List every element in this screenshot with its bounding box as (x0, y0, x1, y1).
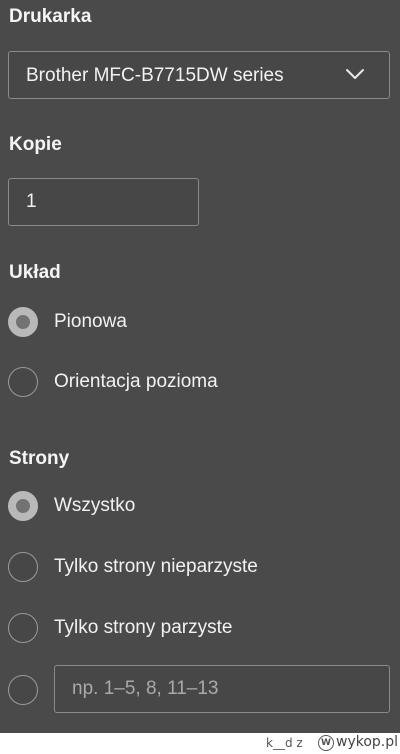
watermark-site: wykop.pl (336, 734, 399, 750)
radio-label-all-pages: Wszystko (54, 495, 136, 516)
watermark-user: k__d z (266, 736, 303, 750)
radio-button-checked (8, 307, 38, 337)
printer-heading: Drukarka (9, 6, 92, 27)
radio-button (8, 367, 38, 397)
printer-select[interactable]: Brother MFC-B7715DW series (8, 51, 390, 99)
radio-label-even-pages: Tylko strony parzyste (54, 617, 233, 638)
layout-heading: Układ (9, 262, 61, 283)
copies-input[interactable] (8, 178, 199, 226)
print-settings-panel: Drukarka Brother MFC-B7715DW series Kopi… (0, 0, 400, 733)
radio-button-checked (8, 491, 38, 521)
printer-select-value: Brother MFC-B7715DW series (26, 65, 284, 86)
radio-label-odd-pages: Tylko strony nieparzyste (54, 556, 258, 577)
radio-option-custom-range[interactable] (8, 675, 38, 705)
page-range-input[interactable] (54, 665, 390, 713)
radio-button (8, 552, 38, 582)
chevron-down-icon (346, 69, 364, 79)
watermark-bar: k__d z W wykop.pl (0, 733, 400, 754)
radio-label-landscape: Orientacja pozioma (54, 371, 218, 392)
radio-button (8, 613, 38, 643)
radio-label-portrait: Pionowa (54, 311, 127, 332)
copies-heading: Kopie (9, 134, 62, 155)
pages-heading: Strony (9, 448, 70, 469)
wykop-logo-icon: W (318, 735, 334, 751)
